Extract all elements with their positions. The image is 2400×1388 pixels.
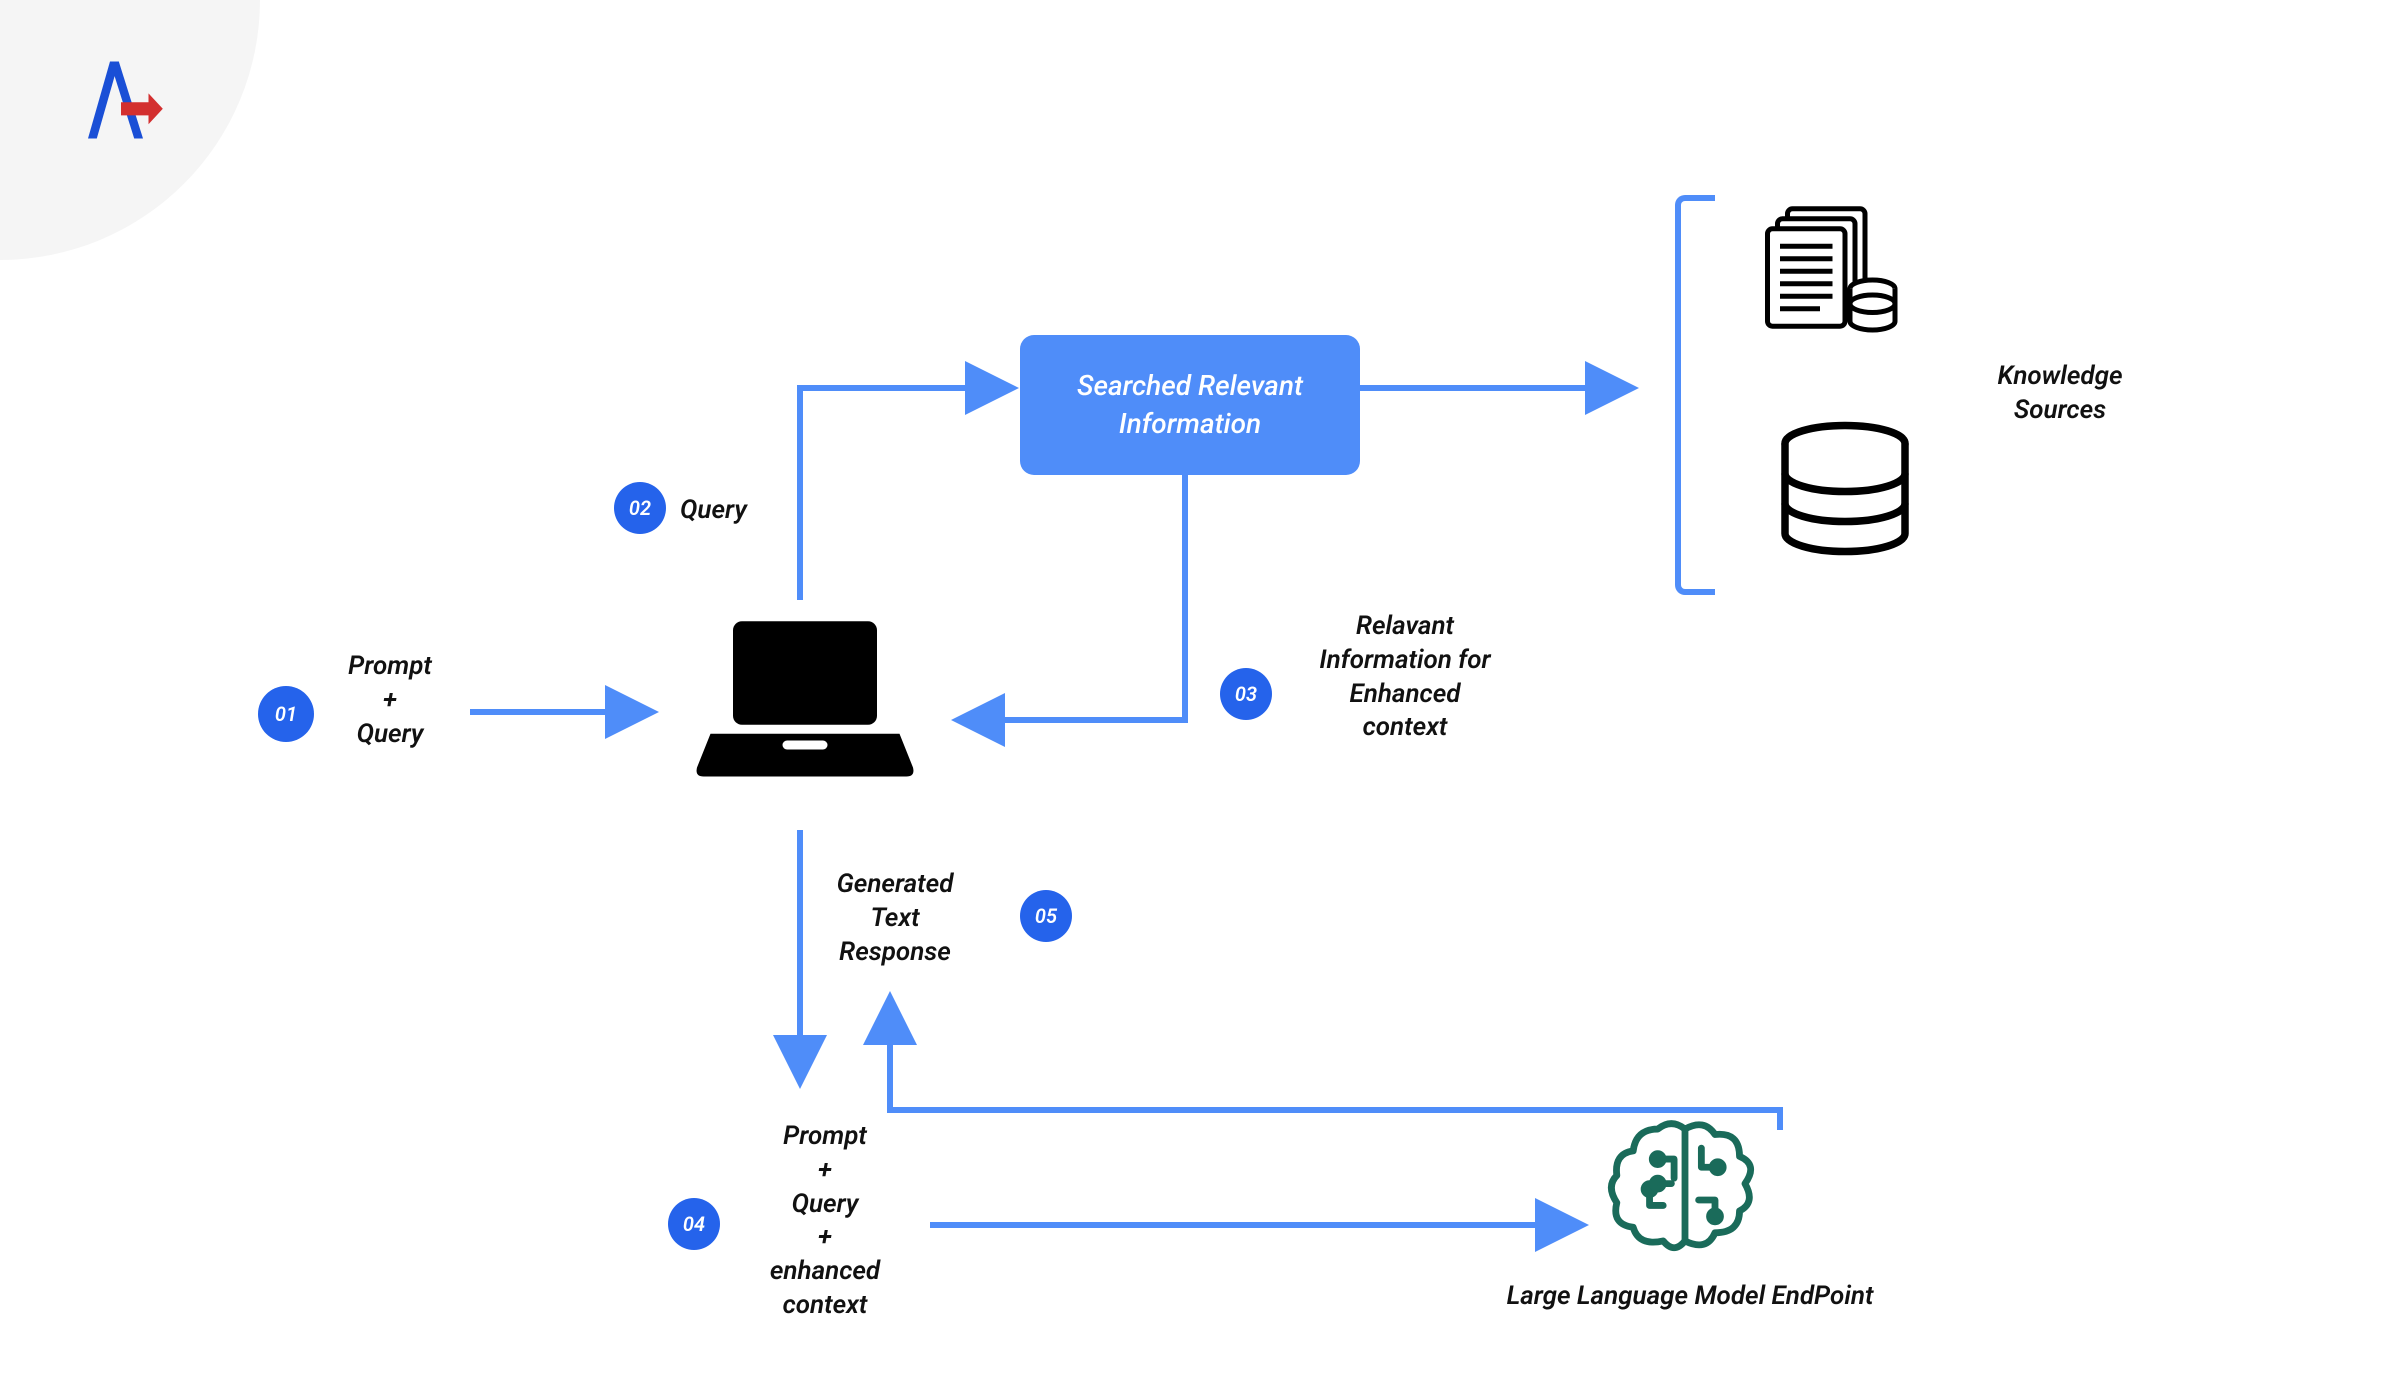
- step-label-02: Query: [680, 494, 747, 528]
- step-badge-05: 05: [1020, 890, 1072, 942]
- step-label-04: Prompt + Query + enhanced context: [740, 1120, 910, 1323]
- searched-info-text: Searched Relevant Information: [1077, 369, 1303, 440]
- knowledge-bracket: [1675, 195, 1715, 595]
- step-badge-01: 01: [258, 686, 314, 742]
- step-num-05: 05: [1035, 904, 1057, 928]
- knowledge-sources-label: Knowledge Sources: [1960, 360, 2160, 428]
- searched-info-box: Searched Relevant Information: [1020, 335, 1360, 475]
- database-icon: [1770, 420, 1920, 564]
- step-num-03: 03: [1235, 682, 1257, 706]
- step-num-01: 01: [275, 702, 297, 726]
- laptop-icon: [690, 610, 920, 790]
- diagram-canvas: 01 Prompt + Query 02 Query Searched Rele…: [0, 0, 2400, 1388]
- step-num-02: 02: [629, 496, 651, 520]
- step-badge-02: 02: [614, 482, 666, 534]
- documents-db-icon: [1760, 200, 1910, 344]
- step-badge-03: 03: [1220, 668, 1272, 720]
- llm-endpoint-label: Large Language Model EndPoint: [1480, 1280, 1900, 1314]
- step-label-03: Relavant Information for Enhanced contex…: [1290, 610, 1520, 745]
- step-badge-04: 04: [668, 1198, 720, 1250]
- step-label-05: Generated Text Response: [810, 868, 980, 969]
- brain-circuit-icon: [1600, 1110, 1770, 1264]
- step-label-01: Prompt + Query: [320, 650, 460, 751]
- step-num-04: 04: [683, 1212, 705, 1236]
